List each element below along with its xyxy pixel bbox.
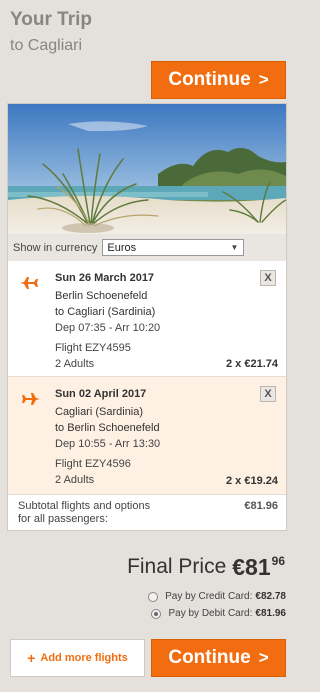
flight-item-outbound: Sun 26 March 2017 Berlin Schoenefeld to … (8, 261, 286, 377)
flight-number: Flight EZY4595 (55, 342, 131, 354)
add-more-flights-button[interactable]: + Add more flights (10, 639, 145, 677)
plane-outbound-icon (20, 277, 38, 289)
chevron-right-icon: > (258, 70, 269, 89)
flight-times: Dep 10:55 - Arr 13:30 (55, 438, 161, 450)
final-price: Final Price €81 96 (127, 554, 285, 580)
pay-debit-label: Pay by Debit Card: (168, 608, 253, 619)
subtotal-row: Subtotal flights and options for all pas… (8, 495, 286, 530)
flight-details: Sun 02 April 2017 Cagliari (Sardinia) to… (55, 386, 160, 488)
flight-date: Sun 26 March 2017 (55, 272, 155, 284)
chevron-down-icon: ▼ (230, 243, 239, 252)
flight-passengers: 2 Adults (55, 358, 95, 370)
flight-item-return: Sun 02 April 2017 Cagliari (Sardinia) to… (8, 377, 286, 495)
flight-destination: to Cagliari (Sardinia) (55, 306, 156, 318)
flight-origin: Berlin Schoenefeld (55, 290, 148, 302)
radio-selected[interactable] (151, 608, 162, 619)
page-subtitle: to Cagliari (10, 37, 83, 54)
trip-summary-card: Show in currency Euros ▼ Sun 26 March 20… (7, 103, 287, 531)
trip-header: Your Trip to Cagliari (10, 8, 92, 56)
continue-button-top[interactable]: Continue > (151, 61, 286, 99)
flight-times: Dep 07:35 - Arr 10:20 (55, 322, 161, 334)
currency-bar: Show in currency Euros ▼ (8, 234, 286, 261)
flight-passengers: 2 Adults (55, 474, 95, 486)
flight-destination: to Berlin Schoenefeld (55, 422, 160, 434)
destination-photo (8, 104, 286, 234)
plus-icon: + (27, 650, 36, 666)
subtotal-value: €81.96 (244, 500, 278, 512)
flight-price: 2 x €19.24 (226, 475, 278, 487)
pay-debit-value: €81.96 (255, 608, 286, 619)
final-price-amount: €81 (232, 554, 271, 580)
close-icon: X (264, 388, 272, 400)
final-price-label: Final Price (127, 555, 227, 578)
flight-date: Sun 02 April 2017 (55, 388, 147, 400)
currency-selected-value: Euros (107, 241, 137, 254)
chevron-right-icon: > (258, 648, 269, 667)
close-icon: X (264, 272, 272, 284)
pay-debit-option[interactable]: Pay by Debit Card: €81.96 (151, 608, 286, 619)
continue-label: Continue (168, 647, 251, 668)
currency-label: Show in currency (13, 241, 98, 254)
remove-flight-button[interactable]: X (260, 270, 276, 286)
currency-select[interactable]: Euros ▼ (102, 239, 245, 256)
radio-unselected[interactable] (148, 591, 159, 602)
flight-price: 2 x €21.74 (226, 358, 278, 370)
continue-button-bottom[interactable]: Continue > (151, 639, 286, 677)
add-more-flights-label: Add more flights (40, 652, 128, 664)
pay-credit-label: Pay by Credit Card: (165, 591, 253, 602)
flight-number: Flight EZY4596 (55, 458, 131, 470)
subtotal-label: Subtotal flights and options for all pas… (18, 500, 150, 526)
flight-origin: Cagliari (Sardinia) (55, 406, 144, 418)
remove-flight-button[interactable]: X (260, 386, 276, 402)
plane-return-icon (22, 393, 40, 405)
subtotal-label-line2: for all passengers: (18, 513, 108, 525)
continue-label: Continue (168, 69, 251, 90)
page-title: Your Trip (10, 9, 92, 30)
flight-details: Sun 26 March 2017 Berlin Schoenefeld to … (55, 270, 160, 372)
final-price-cents: 96 (271, 554, 285, 568)
subtotal-label-line1: Subtotal flights and options (18, 500, 151, 512)
pay-credit-value: €82.78 (255, 591, 286, 602)
pay-credit-option[interactable]: Pay by Credit Card: €82.78 (148, 591, 286, 602)
